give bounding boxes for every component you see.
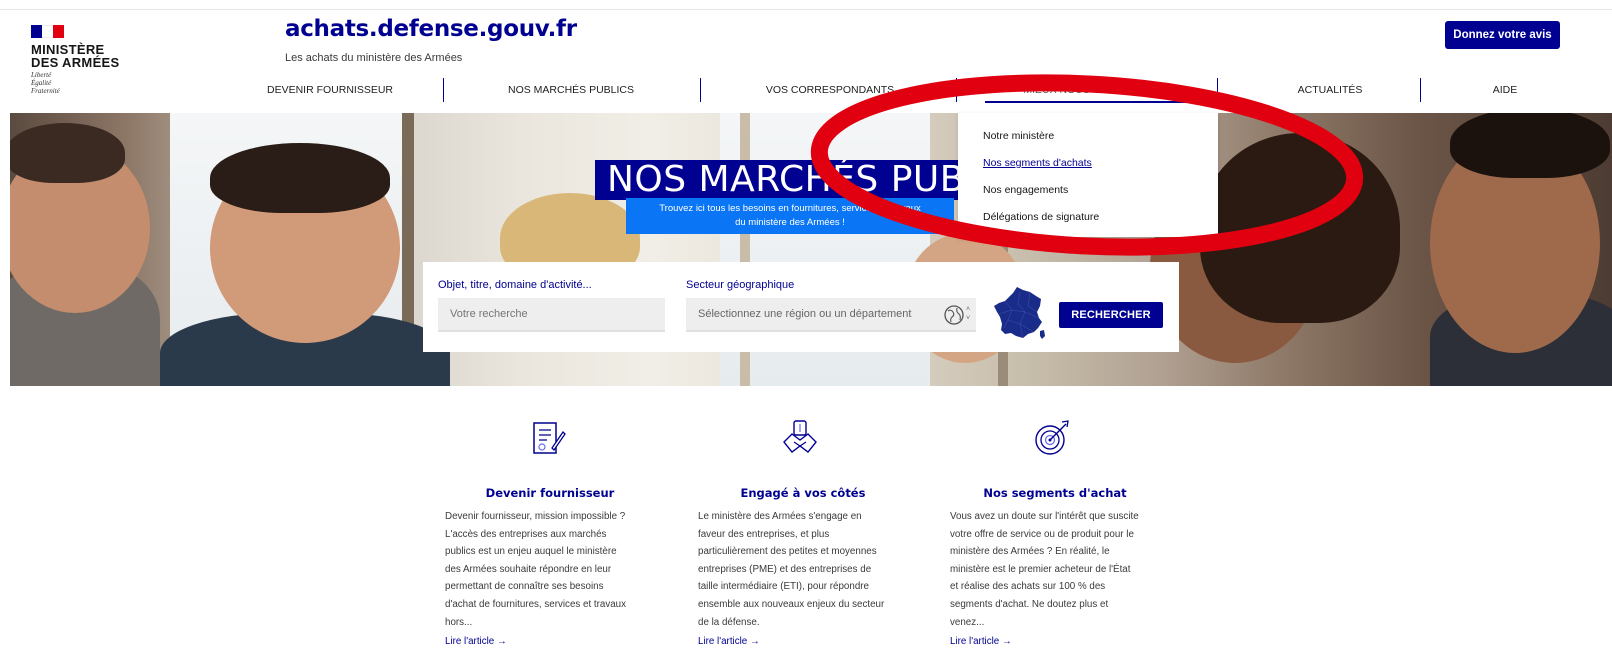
card-title[interactable]: Nos segments d'achat <box>950 486 1160 500</box>
card-description: Le ministère des Armées s'engage en fave… <box>698 511 885 628</box>
dropdown-item-nos-segments-achats[interactable]: Nos segments d'achats <box>958 155 1218 182</box>
person-hair <box>10 123 125 183</box>
nav-separator <box>956 78 957 102</box>
keyword-search-input[interactable] <box>438 298 665 332</box>
card-read-more-link[interactable]: Lire l'article → <box>445 636 507 647</box>
dropdown-item-delegations-signature[interactable]: Délégations de signature <box>958 209 1218 236</box>
card-description: Vous avez un doute sur l'intérêt que sus… <box>950 511 1139 628</box>
french-flag-icon <box>31 25 64 38</box>
nav-item-nos-marches-publics[interactable]: NOS MARCHÉS PUBLICS <box>470 76 672 104</box>
ministry-logo[interactable]: MINISTÈRE DES ARMÉES Liberté Égalité Fra… <box>31 25 151 95</box>
nav-item-aide[interactable]: AIDE <box>1460 76 1550 104</box>
nav-separator <box>700 78 701 102</box>
person-hair <box>1200 133 1400 323</box>
nav-item-vos-correspondants[interactable]: VOS CORRESPONDANTS <box>725 76 935 104</box>
hero-subtitle-line1: Trouvez ici tous les besoins en fournitu… <box>659 203 921 214</box>
mieux-nous-connaitre-dropdown: Notre ministère Nos segments d'achats No… <box>958 113 1218 237</box>
feedback-button[interactable]: Donnez votre avis <box>1445 21 1560 49</box>
contract-signature-icon <box>533 422 566 454</box>
card-title[interactable]: Devenir fournisseur <box>445 486 655 500</box>
dropdown-item-notre-ministere[interactable]: Notre ministère <box>958 128 1218 155</box>
region-label: Secteur géographique <box>686 279 795 291</box>
select-chevron-icon[interactable]: ˄ ˅ <box>964 305 972 327</box>
ministry-name-line2: DES ARMÉES <box>31 55 120 70</box>
nav-active-indicator <box>985 101 1193 103</box>
hero-title: NOS MARCHÉS PUBLICS <box>595 160 963 200</box>
hero-subtitle-line2: du ministère des Armées ! <box>735 217 845 228</box>
search-button[interactable]: RECHERCHER <box>1059 302 1163 328</box>
target-icon <box>1035 420 1069 455</box>
nav-separator <box>1420 78 1421 102</box>
hero-subtitle: Trouvez ici tous les besoins en fournitu… <box>626 198 954 234</box>
geolocation-globe-icon[interactable] <box>943 304 965 326</box>
card-description: Devenir fournisseur, mission impossible … <box>445 511 627 628</box>
devise-liberte: Liberté <box>31 71 52 79</box>
card-title[interactable]: Engagé à vos côtés <box>698 486 908 500</box>
top-divider <box>0 9 1612 10</box>
card-read-more-link[interactable]: Lire l'article → <box>950 636 1012 647</box>
nav-separator <box>443 78 444 102</box>
site-title[interactable]: achats.defense.gouv.fr <box>285 16 577 42</box>
nav-separator <box>1217 78 1218 102</box>
nav-item-devenir-fournisseur[interactable]: DEVENIR FOURNISSEUR <box>230 76 430 104</box>
dropdown-item-nos-engagements[interactable]: Nos engagements <box>958 182 1218 209</box>
nav-item-mieux-nous-connaitre[interactable]: MIEUX NOUS CONNAÎTRE <box>985 76 1193 104</box>
person-hair <box>210 143 390 213</box>
nav-item-actualites[interactable]: ACTUALITÉS <box>1240 76 1420 104</box>
handshake-icon <box>783 420 817 453</box>
site-subtitle: Les achats du ministère des Armées <box>285 52 463 64</box>
keyword-label: Objet, titre, domaine d'activité... <box>438 279 592 291</box>
person-hair <box>1450 113 1610 178</box>
france-map-icon[interactable] <box>990 284 1048 342</box>
devise-fraternite: Fraternité <box>31 87 60 95</box>
main-nav: DEVENIR FOURNISSEUR NOS MARCHÉS PUBLICS … <box>230 76 1612 104</box>
card-read-more-link[interactable]: Lire l'article → <box>698 636 760 647</box>
devise-egalite: Égalité <box>31 79 52 87</box>
region-select[interactable]: Sélectionnez une région ou un départemen… <box>686 298 976 332</box>
